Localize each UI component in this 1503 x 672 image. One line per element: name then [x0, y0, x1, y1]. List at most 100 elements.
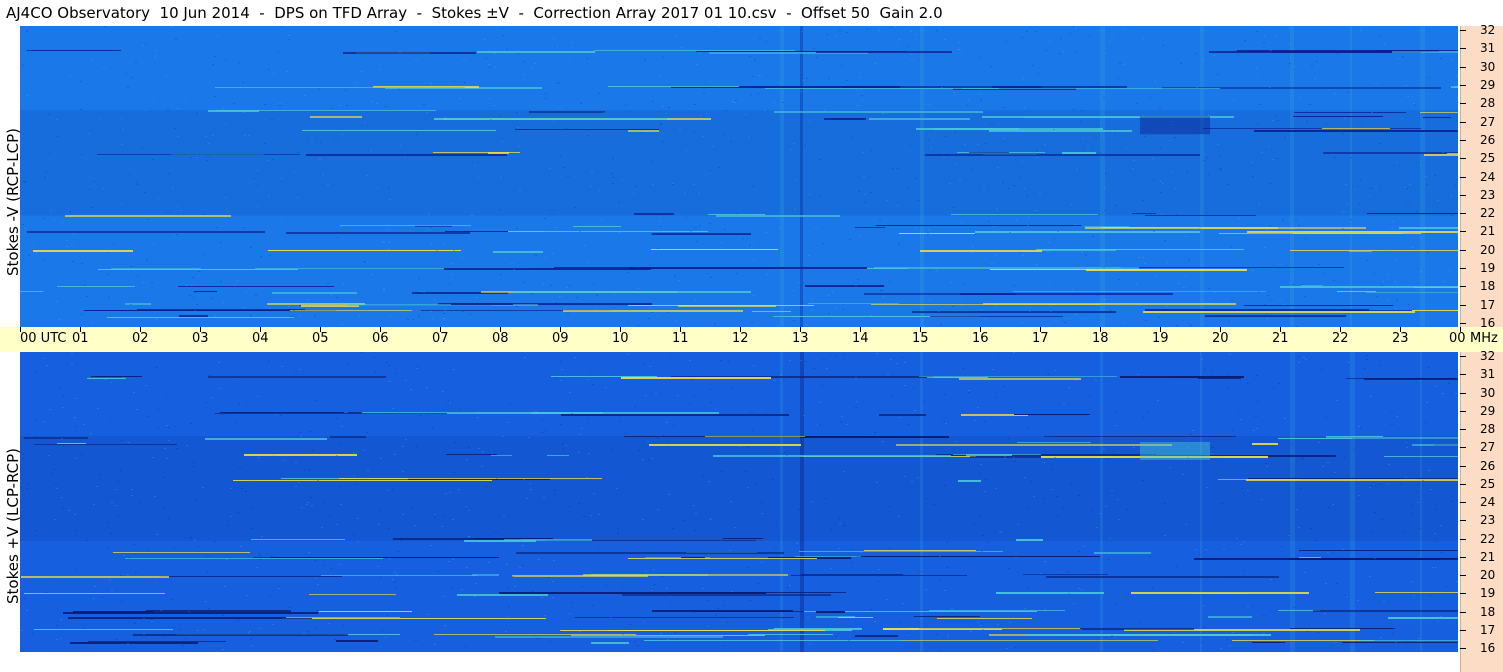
spectrogram-speckle	[1432, 567, 1434, 568]
spectrogram-speckle	[932, 611, 934, 612]
spectrogram-speckle	[997, 167, 999, 168]
spectrogram-speckle	[56, 488, 58, 489]
spectrogram-speckle	[1115, 637, 1117, 638]
spectrogram-speckle	[205, 136, 207, 137]
spectrogram-speckle	[1057, 231, 1059, 232]
spectrogram-speckle	[1292, 284, 1294, 285]
spectrogram-speckle	[654, 584, 656, 585]
spectrogram-speckle	[572, 42, 574, 43]
spectrogram-speckle	[267, 160, 269, 161]
spectrogram-speckle	[133, 392, 135, 393]
spectrogram-speckle	[1335, 642, 1337, 643]
spectrogram-speckle	[889, 506, 891, 507]
spectrogram-speckle	[462, 311, 464, 312]
spectrogram-speckle	[489, 98, 491, 99]
spectrogram-line	[24, 437, 88, 439]
spectrogram-speckle	[279, 103, 281, 104]
spectrogram-speckle	[939, 579, 941, 580]
spectrogram-speckle	[34, 372, 36, 373]
spectrogram-speckle	[208, 608, 210, 609]
spectrogram-speckle	[445, 493, 447, 494]
spectrogram-speckle	[131, 489, 133, 490]
spectrogram-speckle	[1201, 642, 1203, 643]
spectrogram-speckle	[917, 477, 919, 478]
spectrogram-speckle	[432, 318, 434, 319]
spectrogram-speckle	[643, 621, 645, 622]
spectrogram-speckle	[257, 396, 259, 397]
spectrogram-speckle	[1256, 31, 1258, 32]
spectrogram-speckle	[269, 596, 271, 597]
spectrogram-line	[310, 116, 362, 118]
spectrogram-speckle	[1114, 412, 1116, 413]
spectrogram-speckle	[813, 368, 815, 369]
frequency-unit-label: MHz	[1470, 331, 1498, 346]
spectrogram-speckle	[43, 218, 45, 219]
spectrogram-streak	[1350, 26, 1352, 327]
spectrogram-speckle	[1185, 236, 1187, 237]
spectrogram-speckle	[430, 244, 432, 245]
spectrogram-speckle	[381, 630, 383, 631]
spectrogram-speckle	[306, 504, 308, 505]
spectrogram-speckle	[496, 478, 498, 479]
spectrogram-speckle	[569, 613, 571, 614]
spectrogram-line	[805, 285, 884, 287]
spectrogram-streak	[800, 26, 803, 327]
spectrogram-speckle	[246, 595, 248, 596]
spectrogram-speckle	[388, 242, 390, 243]
spectrogram-speckle	[1316, 61, 1318, 62]
spectrogram-speckle	[679, 129, 681, 130]
spectrogram-speckle	[685, 217, 687, 218]
spectrogram-line	[1085, 227, 1278, 229]
spectrogram-line	[799, 551, 1003, 552]
spectrogram-speckle	[111, 590, 113, 591]
spectrogram-speckle	[1081, 252, 1083, 253]
spectrogram-streak	[780, 26, 784, 327]
spectrogram-speckle	[1304, 296, 1306, 297]
spectrogram-speckle	[1161, 214, 1163, 215]
spectrogram-line	[1014, 414, 1090, 415]
spectrogram-speckle	[993, 226, 995, 227]
spectrogram-speckle	[616, 488, 618, 489]
spectrogram-speckle	[794, 209, 796, 210]
spectrogram-speckle	[304, 95, 306, 96]
spectrogram-speckle	[870, 315, 872, 316]
spectrogram-line	[133, 634, 348, 636]
spectrogram-speckle	[552, 253, 554, 254]
spectrogram-speckle	[561, 369, 563, 370]
spectrogram-speckle	[524, 357, 526, 358]
spectrogram-speckle	[1095, 380, 1097, 381]
spectrogram-speckle	[710, 277, 712, 278]
spectrogram-line	[1023, 574, 1108, 575]
spectrogram-speckle	[605, 387, 607, 388]
spectrogram-speckle	[327, 184, 329, 185]
spectrogram-speckle	[559, 296, 561, 297]
spectrogram-speckle	[832, 611, 834, 612]
spectrogram-speckle	[1037, 73, 1039, 74]
spectrogram-speckle	[131, 495, 133, 496]
spectrogram-speckle	[765, 232, 767, 233]
spectrogram-speckle	[432, 427, 434, 428]
spectrogram-speckle	[293, 310, 295, 311]
spectrogram-speckle	[627, 321, 629, 322]
spectrogram-speckle	[864, 202, 866, 203]
spectrogram-line	[21, 576, 169, 578]
spectrogram-speckle	[1017, 524, 1019, 525]
spectrogram-speckle	[549, 641, 551, 642]
spectrogram-line	[87, 378, 126, 379]
spectrogram-speckle	[693, 505, 695, 506]
spectrogram-speckle	[1204, 627, 1206, 628]
spectrogram-speckle	[657, 316, 659, 317]
spectrogram-speckle	[940, 324, 942, 325]
spectrogram-speckle	[1360, 180, 1362, 181]
spectrogram-speckle	[864, 194, 866, 195]
spectrogram-line	[178, 286, 334, 287]
spectrogram-speckle	[1119, 63, 1121, 64]
spectrogram-speckle	[581, 586, 583, 587]
frequency-tick-label: 28	[1480, 96, 1496, 110]
spectrogram-speckle	[260, 256, 262, 257]
spectrogram-speckle	[904, 362, 906, 363]
spectrogram-speckle	[386, 362, 388, 363]
spectrogram-speckle	[452, 559, 454, 560]
spectrogram-speckle	[131, 77, 133, 78]
spectrogram-speckle	[766, 274, 768, 275]
